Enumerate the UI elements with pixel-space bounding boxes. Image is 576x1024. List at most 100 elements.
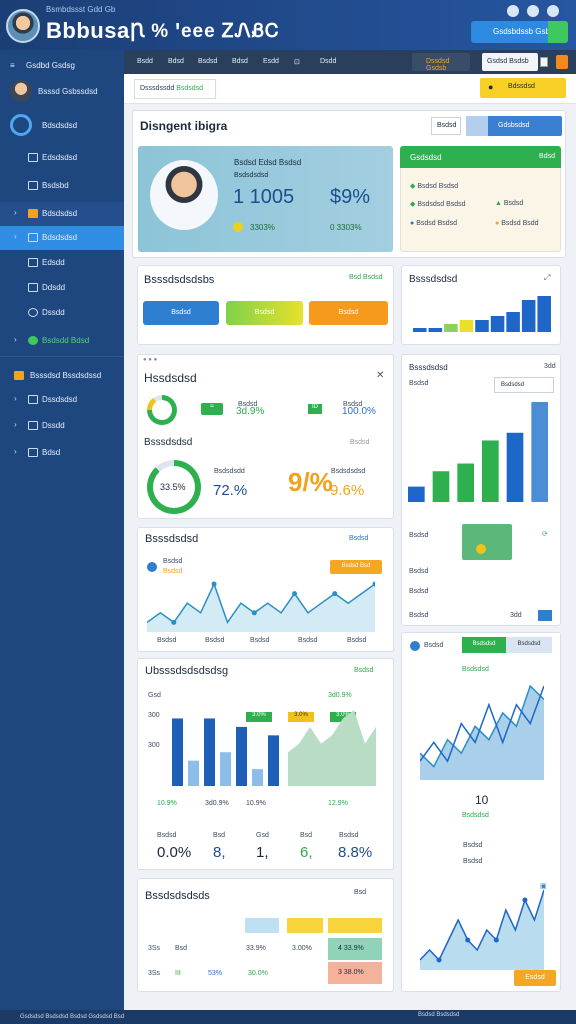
trend-row-b: Bsdsd — [463, 858, 483, 865]
sidebar-divider — [0, 356, 124, 357]
metric-a-value: 3d.9% — [236, 406, 265, 417]
sidebar-item-7[interactable]: Dssdd — [0, 301, 124, 325]
row-1-c2: Bsd — [175, 945, 188, 952]
cmp-bottom-2: 8, — [213, 844, 226, 861]
user-icon[interactable] — [547, 5, 559, 17]
side-row-1: Bsdsd — [409, 532, 429, 539]
row-2-c1: 3Ss — [148, 970, 161, 977]
profile-foot-a: 3303% — [250, 223, 275, 232]
activity-dot — [147, 562, 157, 572]
area-fill — [288, 710, 376, 786]
notification-icon[interactable] — [527, 5, 539, 17]
range-button-1[interactable]: Bsdsd — [143, 301, 219, 325]
nav-item-6[interactable]: Dsdd — [320, 58, 336, 65]
expand-icon[interactable]: ⤢ — [544, 273, 550, 283]
cmp-bottom-5: 8.8% — [338, 844, 373, 861]
trend-tab-b[interactable]: Bsdsdsd — [506, 637, 552, 653]
profile-tab[interactable]: Gdsbsdsd — [466, 116, 562, 136]
small-ring — [147, 395, 177, 425]
nav-item-1[interactable]: Bsdd — [137, 58, 153, 65]
data-point — [436, 957, 442, 963]
action-button[interactable]: ● Bdssdsd — [480, 78, 566, 98]
nav-icon[interactable]: ⊡ — [294, 58, 300, 66]
activity-link[interactable]: Bsdsd — [349, 535, 368, 542]
nav-select-2[interactable]: Gsdsd Bsdsb — [482, 53, 538, 71]
nav-item-3[interactable]: Bsdsd — [198, 58, 217, 65]
sidebar-item-6[interactable]: Ddsdd — [0, 276, 124, 300]
trend-value: 10 — [475, 793, 489, 807]
cmp-pct-1: 10.9% — [157, 800, 177, 807]
bar — [268, 735, 279, 786]
table-icon — [28, 233, 38, 242]
status-card-header: Gsdsdsd Bdsd — [400, 146, 561, 168]
data-point — [171, 619, 177, 625]
sidebar-item-2[interactable]: Bsdsbd — [0, 174, 124, 198]
activity-line-chart — [147, 581, 375, 632]
status-row-3b: ● Bsdsd Bsdd — [495, 220, 539, 227]
chevron-icon: › — [14, 394, 17, 403]
sidebar-item-dashboard[interactable]: Bdsdsdsd — [42, 121, 77, 130]
trend-sub: Bsdsdsd — [462, 812, 489, 819]
bar — [457, 463, 474, 502]
dashboard-icon[interactable] — [10, 114, 32, 136]
menu-icon[interactable]: ≡ — [10, 61, 15, 70]
range-button-2[interactable]: Bsdsd — [226, 301, 303, 325]
chevron-icon: › — [14, 232, 17, 241]
big-glyph: 9/% — [288, 467, 333, 497]
nav-item-5[interactable]: Esdd — [263, 58, 279, 65]
bar — [252, 769, 263, 786]
sidebar-sub-2[interactable]: › Dssdd — [0, 414, 124, 438]
bar — [236, 726, 247, 786]
header-action-button[interactable]: Gsdsbdssb Gsb — [471, 21, 568, 43]
activity-pill[interactable]: Bsdsd Bsd — [330, 560, 382, 574]
nav-select-1[interactable]: Dssdsd Gsdsb — [412, 53, 470, 72]
pager-button[interactable]: Bsdsd — [431, 117, 461, 135]
bar — [482, 440, 499, 502]
side-square[interactable] — [538, 610, 552, 621]
trend-label: Bsdsd — [424, 642, 444, 649]
nav-item-2[interactable]: Bdsd — [168, 58, 184, 65]
side-chart-sub: Bsdsd — [409, 380, 429, 387]
file-icon[interactable] — [540, 57, 548, 67]
trend-dot — [410, 641, 420, 651]
metrics-title: Hssdsdsd — [144, 371, 197, 385]
bookmark-icon[interactable] — [556, 55, 568, 69]
side-chart-filter[interactable]: Bsdsdsd — [494, 377, 554, 393]
trend-area-chart-2 — [420, 889, 544, 970]
table-link[interactable]: Bsd — [354, 889, 366, 896]
data-point — [465, 937, 471, 943]
breadcrumb[interactable]: Dsssdssdd Bsdsdsd — [134, 79, 216, 99]
user-avatar[interactable] — [10, 80, 32, 102]
metrics-stat-link[interactable]: Bsdsd — [350, 439, 369, 446]
comparison-title: Ubsssdsdsdsdsg — [145, 665, 229, 677]
trend-button[interactable]: Esdsd — [514, 970, 556, 986]
footer-right: Bsdsd Bsdsdsd — [418, 1012, 460, 1018]
settings-icon[interactable] — [507, 5, 519, 17]
refresh-icon[interactable]: ⟳ — [542, 530, 548, 538]
cmp-num-2: 300 — [148, 712, 160, 719]
sidebar-sub-1[interactable]: › Dssdsdsd — [0, 388, 124, 412]
status-dot — [233, 222, 243, 232]
profile-avatar[interactable] — [150, 160, 218, 230]
close-icon[interactable]: ✕ — [376, 370, 384, 381]
sidebar-item-active[interactable]: › Bdsdsdsd — [0, 226, 124, 250]
brand-name: Bbbusa — [46, 18, 130, 43]
comparison-link[interactable]: Bsdsd — [354, 667, 373, 674]
sidebar-item-8[interactable]: › Bsdsdd Bdsd — [0, 329, 124, 353]
sidebar-section[interactable]: Bsssdsd Bssdsdssd — [0, 364, 124, 388]
sidebar-item-5[interactable]: Edsdd — [0, 251, 124, 275]
range-button-3[interactable]: Bsdsd — [309, 301, 388, 325]
sidebar-sub-3[interactable]: › Bdsd — [0, 441, 124, 465]
trend-tab-a[interactable]: Bsdsdsd — [462, 637, 506, 653]
logo-avatar[interactable] — [6, 9, 40, 43]
row-2-c4: 30.0% — [248, 970, 268, 977]
globe-icon — [28, 336, 38, 345]
metric-b-value: 100.0% — [342, 406, 376, 417]
sidebar-item-3[interactable]: › Bdsdsdsd — [0, 202, 124, 226]
row-2-c3: 53% — [208, 970, 223, 977]
range-link[interactable]: Bsd Bsdsd — [349, 274, 382, 281]
bar — [506, 432, 524, 502]
sidebar-item-1[interactable]: Edsdsdsd — [0, 146, 124, 170]
mini-badge: ≈ — [201, 403, 223, 415]
nav-item-4[interactable]: Bdsd — [232, 58, 248, 65]
